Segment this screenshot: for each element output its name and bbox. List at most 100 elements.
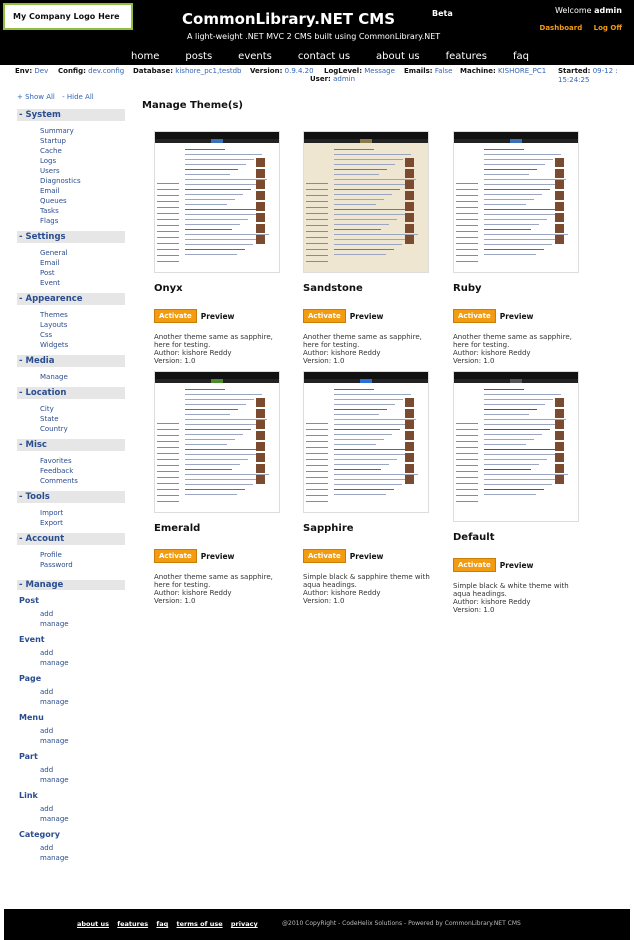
activate-button[interactable]: Activate xyxy=(303,309,346,323)
theme-card-emerald: Emerald Activate Preview Another theme same… xyxy=(154,371,284,605)
nav-posts[interactable]: posts xyxy=(172,51,225,62)
header-links: Dashboard Log Off xyxy=(531,24,622,32)
manage-group-actions: add manage xyxy=(17,804,127,824)
activate-button[interactable]: Activate xyxy=(453,558,496,572)
footer-terms-link[interactable]: terms of use xyxy=(177,920,223,928)
theme-thumbnail[interactable] xyxy=(453,131,579,273)
manage-group-post: Post add manage xyxy=(17,596,127,629)
activate-button[interactable]: Activate xyxy=(303,549,346,563)
sidebar-item-general[interactable]: General xyxy=(40,248,127,258)
nav-contact-us[interactable]: contact us xyxy=(285,51,363,62)
preview-link[interactable]: Preview xyxy=(201,552,235,561)
sidebar-item-flags[interactable]: Flags xyxy=(40,216,127,226)
sidebar-item-city[interactable]: City xyxy=(40,404,127,414)
preview-link[interactable]: Preview xyxy=(201,312,235,321)
menu-add-link[interactable]: add xyxy=(40,726,127,736)
link-add-link[interactable]: add xyxy=(40,804,127,814)
sidebar-item-layouts[interactable]: Layouts xyxy=(40,320,127,330)
sidebar-item-password[interactable]: Password xyxy=(40,560,127,570)
dashboard-link[interactable]: Dashboard xyxy=(540,24,583,32)
beta-badge: Beta xyxy=(432,9,453,18)
preview-link[interactable]: Preview xyxy=(350,552,384,561)
sidebar-item-css[interactable]: Css xyxy=(40,330,127,340)
sidebar-group-appearence[interactable]: - Appearence xyxy=(17,293,125,305)
theme-description: Another theme same as sapphire, here for… xyxy=(154,333,282,365)
sidebar-item-tasks[interactable]: Tasks xyxy=(40,206,127,216)
sidebar-item-manage[interactable]: Manage xyxy=(40,372,127,382)
sidebar-group-account[interactable]: - Account xyxy=(17,533,125,545)
category-add-link[interactable]: add xyxy=(40,843,127,853)
activate-button[interactable]: Activate xyxy=(453,309,496,323)
activate-button[interactable]: Activate xyxy=(154,309,197,323)
part-manage-link[interactable]: manage xyxy=(40,775,127,785)
part-add-link[interactable]: add xyxy=(40,765,127,775)
sidebar-item-profile[interactable]: Profile xyxy=(40,550,127,560)
post-manage-link[interactable]: manage xyxy=(40,619,127,629)
nav-home[interactable]: home xyxy=(118,51,172,62)
menu-manage-link[interactable]: manage xyxy=(40,736,127,746)
sidebar-item-email[interactable]: Email xyxy=(40,186,127,196)
sidebar-group-tools[interactable]: - Tools xyxy=(17,491,125,503)
sidebar-item-queues[interactable]: Queues xyxy=(40,196,127,206)
logoff-link[interactable]: Log Off xyxy=(594,24,622,32)
sidebar-item-summary[interactable]: Summary xyxy=(40,126,127,136)
activate-button[interactable]: Activate xyxy=(154,549,197,563)
theme-thumbnail[interactable] xyxy=(453,371,579,522)
sidebar-group-media[interactable]: - Media xyxy=(17,355,125,367)
sidebar-item-state[interactable]: State xyxy=(40,414,127,424)
manage-group-actions: add manage xyxy=(17,726,127,746)
preview-link[interactable]: Preview xyxy=(500,561,534,570)
theme-version: Version: 1.0 xyxy=(453,357,495,365)
footer-features-link[interactable]: features xyxy=(117,920,148,928)
sidebar-group-system[interactable]: - System xyxy=(17,109,125,121)
theme-thumbnail[interactable] xyxy=(154,131,280,273)
footer-privacy-link[interactable]: privacy xyxy=(231,920,258,928)
sidebar-group-settings[interactable]: - Settings xyxy=(17,231,125,243)
theme-version: Version: 1.0 xyxy=(303,597,345,605)
hide-all-link[interactable]: - Hide All xyxy=(62,93,94,101)
sidebar-item-favorites[interactable]: Favorites xyxy=(40,456,127,466)
sidebar-item-export[interactable]: Export xyxy=(40,518,127,528)
sidebar-item-startup[interactable]: Startup xyxy=(40,136,127,146)
company-logo[interactable]: My Company Logo Here xyxy=(3,3,133,30)
sidebar-item-import[interactable]: Import xyxy=(40,508,127,518)
preview-link[interactable]: Preview xyxy=(500,312,534,321)
sidebar-item-users[interactable]: Users xyxy=(40,166,127,176)
theme-thumbnail[interactable] xyxy=(154,371,280,513)
sidebar-item-cache[interactable]: Cache xyxy=(40,146,127,156)
sidebar-item-themes[interactable]: Themes xyxy=(40,310,127,320)
sidebar-item-widgets[interactable]: Widgets xyxy=(40,340,127,350)
link-manage-link[interactable]: manage xyxy=(40,814,127,824)
event-manage-link[interactable]: manage xyxy=(40,658,127,668)
sidebar-group-misc[interactable]: - Misc xyxy=(17,439,125,451)
manage-section-header[interactable]: - Manage xyxy=(17,580,125,590)
footer-about-us-link[interactable]: about us xyxy=(77,920,109,928)
sidebar-item-diagnostics[interactable]: Diagnostics xyxy=(40,176,127,186)
sidebar-group-location[interactable]: - Location xyxy=(17,387,125,399)
sidebar-item-event[interactable]: Event xyxy=(40,278,127,288)
post-add-link[interactable]: add xyxy=(40,609,127,619)
sidebar-item-comments[interactable]: Comments xyxy=(40,476,127,486)
nav-features[interactable]: features xyxy=(433,51,500,62)
sidebar-item-feedback[interactable]: Feedback xyxy=(40,466,127,476)
theme-description: Simple black & sapphire theme with aqua … xyxy=(303,573,431,605)
sidebar-item-logs[interactable]: Logs xyxy=(40,156,127,166)
page-add-link[interactable]: add xyxy=(40,687,127,697)
category-manage-link[interactable]: manage xyxy=(40,853,127,863)
show-all-link[interactable]: + Show All xyxy=(17,93,55,101)
nav-about-us[interactable]: about us xyxy=(363,51,433,62)
theme-thumbnail[interactable] xyxy=(303,371,429,513)
page-manage-link[interactable]: manage xyxy=(40,697,127,707)
theme-name: Onyx xyxy=(154,283,183,294)
nav-faq[interactable]: faq xyxy=(500,51,542,62)
sidebar-item-email[interactable]: Email xyxy=(40,258,127,268)
preview-link[interactable]: Preview xyxy=(350,312,384,321)
event-add-link[interactable]: add xyxy=(40,648,127,658)
sidebar-item-post[interactable]: Post xyxy=(40,268,127,278)
nav-events[interactable]: events xyxy=(225,51,285,62)
theme-author: Author: kishore Reddy xyxy=(154,589,232,597)
sidebar-sublist: City State Country xyxy=(17,404,127,434)
theme-thumbnail[interactable] xyxy=(303,131,429,273)
sidebar-item-country[interactable]: Country xyxy=(40,424,127,434)
footer-faq-link[interactable]: faq xyxy=(156,920,168,928)
